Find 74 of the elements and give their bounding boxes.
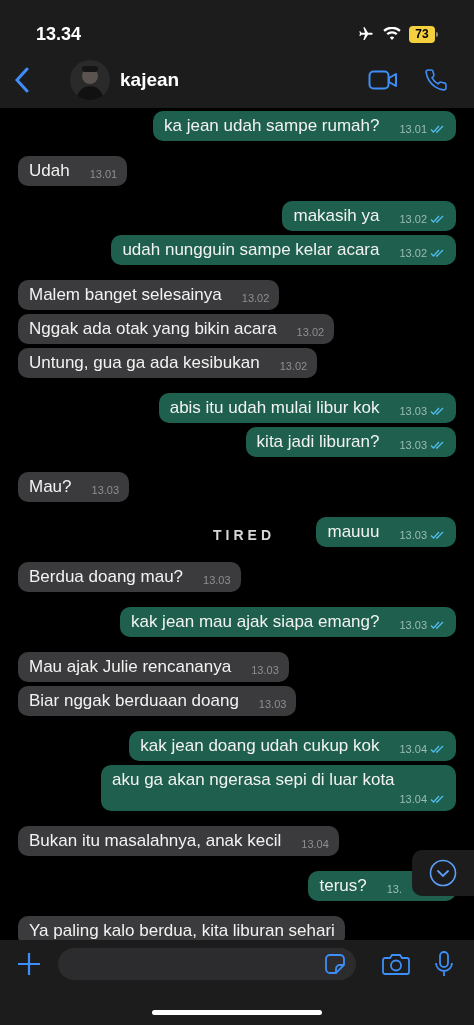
message-text: Ya paling kalo berdua, kita liburan sehari — [29, 920, 335, 940]
message-text: Nggak ada otak yang bikin acara — [29, 318, 277, 340]
message-time: 13.04 — [399, 792, 427, 807]
airplane-icon — [357, 26, 375, 42]
sent-message-bubble[interactable]: udah nungguin sampe kelar acara 13.02 — [111, 235, 456, 265]
sent-message-bubble[interactable]: kak jean mau ajak siapa emang? 13.03 — [119, 607, 456, 637]
message-time: 13.03 — [203, 573, 231, 588]
message-time: 13. — [386, 882, 402, 897]
message-time: 13.03 — [399, 438, 427, 453]
plus-icon[interactable] — [16, 951, 42, 977]
message-text: Bukan itu masalahnya, anak kecil — [29, 830, 282, 852]
message-time: 13.03 — [251, 663, 279, 678]
message-text: kak jean mau ajak siapa emang? — [130, 611, 380, 633]
received-message-bubble[interactable]: Udah 13.01 — [18, 156, 128, 186]
message-text: Biar nggak berduaan doang — [29, 690, 239, 712]
sent-message-bubble[interactable]: abis itu udah mulai libur kok 13.03 — [158, 393, 456, 423]
message-text: Mau ajak Julie rencananya — [29, 656, 232, 678]
message-time: 13.04 — [399, 742, 427, 757]
wifi-icon — [383, 27, 401, 41]
message-time: 13.03 — [258, 697, 287, 712]
sent-message-bubble[interactable]: kita jadi liburan? 13.03 — [245, 427, 456, 457]
message-text: Berdua doang mau? — [29, 566, 184, 588]
message-text: ka jean udah sampe rumah? — [164, 115, 380, 137]
sent-message-bubble[interactable]: kak jean doang udah cukup kok 13.04 — [129, 731, 456, 761]
message-text: Malem banget selesainya — [29, 284, 222, 306]
contact-name[interactable]: kajean — [120, 65, 180, 95]
received-message-bubble[interactable]: Ya paling kalo berdua, kita liburan sehari — [18, 916, 345, 940]
sent-message-bubble[interactable]: makasih ya 13.02 — [282, 201, 456, 231]
phone-icon[interactable] — [424, 68, 448, 92]
message-time: 13.01 — [89, 167, 118, 182]
message-text: mauuu — [327, 521, 380, 543]
message-text: abis itu udah mulai libur kok — [169, 397, 380, 419]
camera-icon[interactable] — [382, 952, 410, 976]
received-message-bubble[interactable]: Mau? 13.03 — [18, 472, 130, 502]
message-time: 13.03 — [91, 483, 120, 498]
wallpaper-text: TIRED — [213, 526, 275, 545]
scroll-down-button[interactable] — [412, 850, 474, 896]
message-input-field[interactable] — [58, 948, 356, 980]
message-time: 13.02 — [399, 246, 427, 261]
sent-message-bubble[interactable]: mauuu 13.03 — [316, 517, 456, 547]
received-message-bubble[interactable]: Bukan itu masalahnya, anak kecil 13.04 — [18, 826, 339, 856]
message-text: kak jean doang udah cukup kok — [140, 735, 380, 757]
sticker-icon[interactable] — [324, 953, 346, 975]
message-time: 13.02 — [279, 359, 308, 374]
video-call-icon[interactable] — [368, 70, 398, 90]
message-time: 13.04 — [301, 837, 329, 852]
message-time: 13.03 — [399, 618, 427, 633]
message-text: Mau? — [29, 476, 72, 498]
sent-message-bubble[interactable]: aku ga akan ngerasa sepi di luar kota 13.04 — [101, 765, 456, 811]
message-text: makasih ya — [293, 205, 380, 227]
sent-message-bubble[interactable]: ka jean udah sampe rumah? 13.01 — [153, 111, 456, 141]
received-message-bubble[interactable]: Berdua doang mau? 13.03 — [18, 562, 241, 592]
message-text: terus? — [319, 875, 367, 897]
status-time: 13.34 — [36, 22, 82, 46]
received-message-bubble[interactable]: Untung, gua ga ada kesibukan 13.02 — [18, 348, 318, 378]
received-message-bubble[interactable]: Mau ajak Julie rencananya 13.03 — [18, 652, 289, 682]
message-time: 13.02 — [241, 291, 270, 306]
chevron-down-icon — [429, 859, 457, 887]
battery-level: 73 — [415, 26, 429, 43]
message-time: 13.02 — [296, 325, 325, 340]
message-text: kita jadi liburan? — [256, 431, 380, 453]
message-time: 13.02 — [399, 212, 427, 227]
message-text: Udah — [29, 160, 70, 182]
microphone-icon[interactable] — [434, 950, 454, 978]
message-text: Untung, gua ga ada kesibukan — [29, 352, 260, 374]
received-message-bubble[interactable]: Malem banget selesainya 13.02 — [18, 280, 280, 310]
received-message-bubble[interactable]: Biar nggak berduaan doang 13.03 — [18, 686, 297, 716]
message-text: udah nungguin sampe kelar acara — [122, 239, 380, 261]
message-time: 13.03 — [399, 528, 427, 543]
message-time: 13.03 — [399, 404, 427, 419]
message-text: aku ga akan ngerasa sepi di luar kota — [112, 769, 395, 791]
message-time: 13.01 — [399, 122, 427, 137]
back-icon[interactable] — [14, 67, 30, 93]
received-message-bubble[interactable]: Nggak ada otak yang bikin acara 13.02 — [18, 314, 335, 344]
